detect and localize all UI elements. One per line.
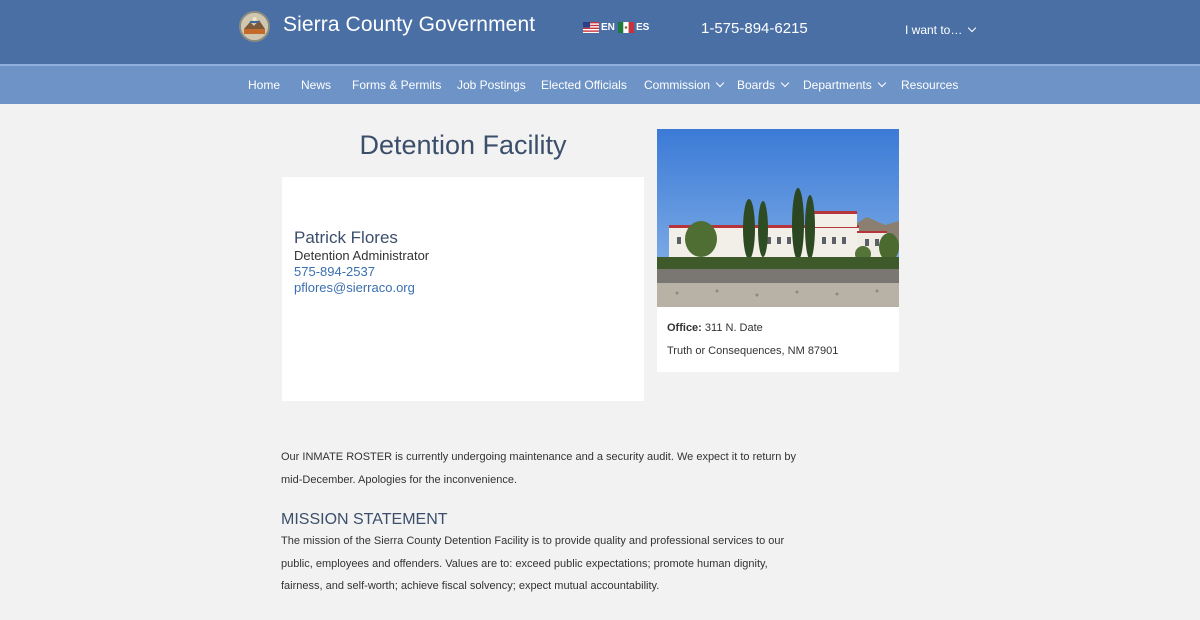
language-en-label: EN — [601, 22, 615, 33]
i-want-to-label: I want to… — [905, 23, 963, 37]
office-street: 311 N. Date — [704, 322, 763, 334]
contact-email-link[interactable]: pflores@sierraco.org — [294, 280, 415, 295]
nav-label: Elected Officials — [541, 78, 627, 92]
nav-label: Job Postings — [457, 78, 526, 92]
mission-heading: MISSION STATEMENT — [281, 511, 448, 528]
nav-item-home[interactable]: Home — [248, 78, 280, 92]
nav-item-boards[interactable]: Boards — [737, 78, 790, 92]
facility-photo — [657, 129, 899, 307]
nav-item-news[interactable]: News — [301, 78, 331, 92]
nav-label: Commission — [644, 78, 711, 92]
us-flag-icon — [583, 22, 599, 33]
nav-label: News — [301, 78, 332, 92]
nav-label: Departments — [803, 78, 872, 92]
main-nav: Home News Forms & Permits Job Postings E… — [0, 64, 1200, 104]
nav-item-forms-permits[interactable]: Forms & Permits — [352, 78, 441, 92]
page-title: Detention Facility — [359, 130, 567, 160]
i-want-to-dropdown[interactable]: I want to… — [905, 23, 977, 37]
nav-item-resources[interactable]: Resources — [901, 78, 958, 92]
nav-label: Forms & Permits — [352, 78, 442, 92]
inmate-roster-notice: Our INMATE ROSTER is currently undergoin… — [281, 451, 796, 486]
site-header: Sierra County Government EN ES 1-575-894… — [0, 0, 1200, 64]
mexico-flag-icon — [618, 22, 634, 33]
language-es-label: ES — [636, 22, 650, 33]
chevron-down-icon — [780, 78, 790, 88]
contact-name: Patrick Flores — [294, 228, 398, 247]
chevron-down-icon — [715, 78, 725, 88]
language-es-option[interactable]: ES — [618, 22, 649, 33]
contact-phone-link[interactable]: 575-894-2537 — [294, 264, 375, 279]
nav-item-job-postings[interactable]: Job Postings — [457, 78, 526, 92]
county-seal-logo[interactable] — [239, 11, 270, 42]
site-title[interactable]: Sierra County Government — [283, 13, 535, 37]
office-address-city: Truth or Consequences, NM 87901 — [667, 345, 839, 357]
nav-label: Resources — [901, 78, 959, 92]
office-card: Office: 311 N. Date Truth or Consequence… — [657, 129, 899, 372]
contact-card: Patrick Flores Detention Administrator 5… — [282, 177, 644, 401]
nav-label: Home — [248, 78, 281, 92]
nav-item-departments[interactable]: Departments — [803, 78, 886, 92]
nav-label: Boards — [737, 78, 776, 92]
nav-item-elected-officials[interactable]: Elected Officials — [541, 78, 627, 92]
chevron-down-icon — [877, 78, 886, 88]
office-label: Office: — [667, 322, 702, 334]
contact-role: Detention Administrator — [294, 248, 430, 263]
nav-item-commission[interactable]: Commission — [644, 78, 725, 92]
language-en-option[interactable]: EN — [583, 22, 615, 33]
chevron-down-icon — [968, 23, 977, 33]
header-phone[interactable]: 1-575-894-6215 — [701, 20, 808, 37]
mission-text: The mission of the Sierra County Detenti… — [281, 535, 785, 592]
office-address-street: Office: 311 N. Date — [667, 322, 763, 334]
